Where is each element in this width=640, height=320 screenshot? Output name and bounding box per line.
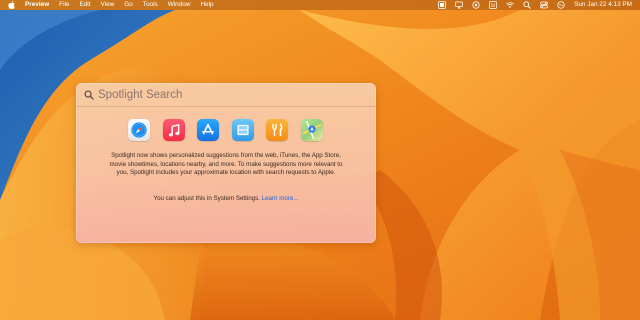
menu-go[interactable]: Go [124,0,133,10]
screen-mirroring-icon[interactable] [455,1,463,9]
focus-icon[interactable] [472,1,480,9]
learn-more-link[interactable]: Learn more... [262,195,299,202]
menu-file[interactable]: File [59,0,69,10]
spotlight-panel: Spotlight now shows personalized suggest… [76,83,376,243]
apple-menu-icon[interactable] [7,1,15,9]
simulator-icon[interactable] [231,119,254,141]
control-center-icon[interactable] [540,1,548,9]
menu-edit[interactable]: Edit [79,0,90,10]
menu-view[interactable]: View [101,0,115,10]
menu-help[interactable]: Help [200,0,213,10]
music-icon[interactable] [162,119,185,141]
sound-icon[interactable] [489,1,497,9]
spotlight-search-icon[interactable] [523,1,531,9]
safari-icon[interactable] [128,119,150,141]
spotlight-footer: You can adjust this in System Settings. … [76,195,376,202]
spotlight-search-input[interactable] [98,88,348,101]
suggested-apps [128,119,323,141]
menu-app-name[interactable]: Preview [25,0,49,10]
menubar-clock[interactable]: Sun Jan 22 4:13 PM [574,0,632,10]
food-icon[interactable] [266,119,289,141]
siri-icon[interactable] [557,1,565,9]
menu-window[interactable]: Window [168,0,191,10]
menu-tools[interactable]: Tools [143,0,158,10]
battery-status-icon[interactable] [438,1,446,9]
menu-bar: Preview File Edit View Go Tools Window H… [0,0,640,10]
spotlight-privacy-description: Spotlight now shows personalized suggest… [109,152,343,177]
app-store-icon[interactable] [197,119,220,141]
maps-icon[interactable] [300,119,323,141]
footer-text: You can adjust this in System Settings. [153,195,260,202]
wifi-icon[interactable] [506,1,514,9]
search-icon [84,89,94,100]
spotlight-search-bar[interactable] [76,83,376,107]
